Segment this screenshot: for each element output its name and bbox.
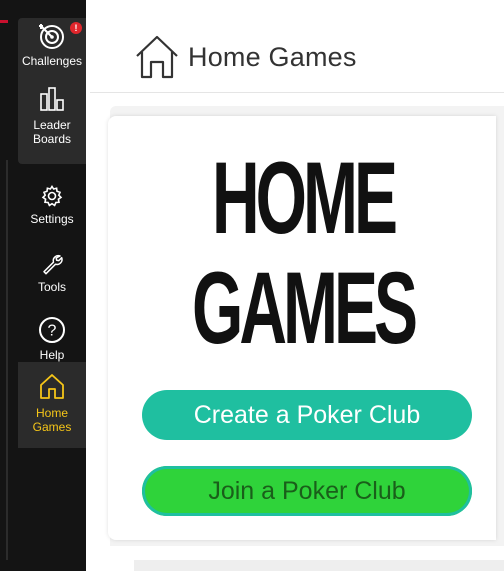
sidebar-item-label: Settings xyxy=(30,212,74,226)
svg-text:?: ? xyxy=(48,323,57,340)
sidebar-item-leaderboards[interactable]: Leader Boards xyxy=(18,86,86,146)
wrench-icon xyxy=(43,254,63,275)
sidebar-item-help[interactable]: ? Help xyxy=(18,316,86,362)
sidebar-item-label: Challenges xyxy=(21,54,83,68)
sidebar-item-label: Help xyxy=(39,348,65,362)
sidebar-divider xyxy=(6,160,8,560)
logo-line-games: GAMES xyxy=(191,249,418,365)
logo-line-home: HOME xyxy=(212,139,398,255)
sidebar: ! Challenges Leader Boards Settings Tool… xyxy=(0,0,86,571)
sidebar-item-label-line1: Leader xyxy=(33,118,71,132)
sidebar-item-label: Tools xyxy=(37,280,66,294)
sidebar-item-challenges[interactable]: ! Challenges xyxy=(18,22,86,68)
house-icon xyxy=(40,374,64,399)
house-icon xyxy=(136,35,178,79)
gear-icon xyxy=(41,185,63,207)
sidebar-item-label-line2: Boards xyxy=(32,132,72,146)
join-poker-club-button[interactable]: Join a Poker Club xyxy=(142,466,472,516)
page-header: Home Games xyxy=(90,0,504,93)
bottom-panel-edge xyxy=(134,560,504,571)
sidebar-item-home-games[interactable]: Home Games xyxy=(18,372,86,434)
create-poker-club-button[interactable]: Create a Poker Club xyxy=(142,390,472,440)
sidebar-item-settings[interactable]: Settings xyxy=(18,184,86,226)
notification-badge: ! xyxy=(70,22,82,34)
sidebar-item-tools[interactable]: Tools xyxy=(18,252,86,294)
sidebar-item-label-line1: Home xyxy=(35,406,68,420)
page-title: Home Games xyxy=(188,42,357,72)
target-icon xyxy=(39,24,64,49)
home-games-logo: HOME GAMES xyxy=(174,146,432,360)
question-icon: ? xyxy=(39,317,65,343)
bar-chart-icon xyxy=(40,87,64,111)
sidebar-accent-line xyxy=(0,20,8,23)
sidebar-item-label-line2: Games xyxy=(32,420,72,434)
